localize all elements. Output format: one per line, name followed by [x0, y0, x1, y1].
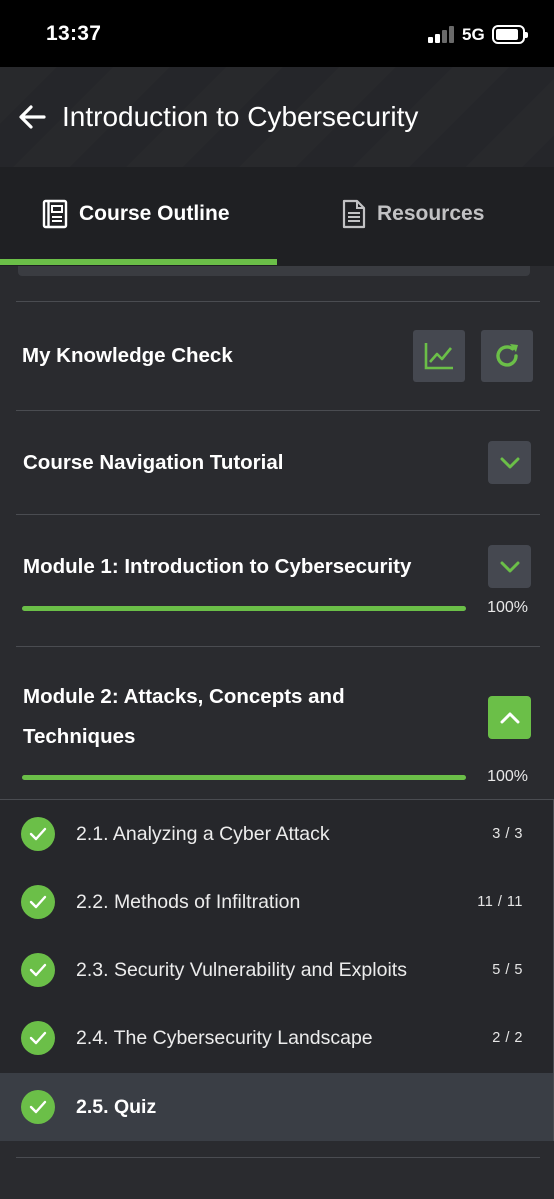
section-title-module-1: Module 1: Introduction to Cybersecurity — [23, 555, 412, 578]
collapse-module-2-button[interactable] — [488, 696, 531, 739]
battery-icon — [492, 25, 528, 44]
app-header: Introduction to Cybersecurity — [0, 67, 554, 167]
divider — [16, 301, 540, 302]
tab-bar: Course Outline Resources — [0, 167, 554, 266]
lesson-item[interactable]: 2.2. Methods of Infiltration 11 / 11 — [0, 868, 553, 936]
page-title: Introduction to Cybersecurity — [62, 101, 419, 132]
lesson-list: 2.1. Analyzing a Cyber Attack 3 / 3 2.2.… — [0, 799, 554, 1141]
signal-icon — [428, 26, 454, 43]
chevron-up-icon — [500, 712, 519, 723]
divider — [16, 646, 540, 647]
lesson-title: 2.1. Analyzing a Cyber Attack — [76, 822, 330, 845]
tab-course-outline[interactable]: Course Outline — [42, 167, 230, 260]
chevron-down-icon — [500, 561, 519, 572]
module-2-progress-bar — [22, 775, 466, 780]
expand-module-1-button[interactable] — [488, 545, 531, 588]
divider — [16, 514, 540, 515]
progress-fill — [22, 606, 466, 611]
section-title-tutorial: Course Navigation Tutorial — [23, 451, 284, 474]
lesson-title: 2.5. Quiz — [76, 1095, 157, 1118]
check-circle-icon — [21, 885, 55, 919]
network-label: 5G — [462, 25, 485, 44]
book-icon — [42, 199, 68, 228]
tab-label: Course Outline — [79, 201, 230, 225]
document-icon — [342, 199, 366, 228]
refresh-icon — [496, 344, 518, 367]
divider — [16, 410, 540, 411]
lesson-count: 5 / 5 — [492, 962, 523, 978]
lesson-count: 2 / 2 — [492, 1030, 523, 1046]
lesson-count: 11 / 11 — [477, 894, 523, 910]
tab-resources[interactable]: Resources — [342, 167, 484, 260]
module-2-progress-label: 100% — [487, 768, 528, 785]
section-title-module-2-line2: Techniques — [23, 725, 136, 748]
divider — [16, 1157, 540, 1158]
lesson-title: 2.4. The Cybersecurity Landscape — [76, 1026, 373, 1049]
chart-trend-icon — [424, 343, 453, 370]
lesson-count: 3 / 3 — [492, 826, 523, 842]
progress-fill — [22, 775, 466, 780]
check-circle-icon — [21, 1021, 55, 1055]
expand-tutorial-button[interactable] — [488, 441, 531, 484]
check-circle-icon — [21, 953, 55, 987]
knowledge-check-title: My Knowledge Check — [22, 344, 233, 367]
lesson-title: 2.3. Security Vulnerability and Exploits — [76, 958, 407, 981]
lesson-item[interactable]: 2.3. Security Vulnerability and Exploits… — [0, 936, 553, 1004]
tab-label: Resources — [377, 201, 485, 225]
status-bar: 13:37 5G — [0, 0, 554, 67]
check-circle-icon — [21, 817, 55, 851]
chevron-down-icon — [500, 457, 519, 468]
status-time: 13:37 — [46, 22, 102, 45]
back-arrow-icon[interactable] — [18, 104, 46, 130]
refresh-button[interactable] — [481, 330, 533, 382]
lesson-item[interactable]: 2.1. Analyzing a Cyber Attack 3 / 3 — [0, 800, 553, 868]
module-1-progress-bar — [22, 606, 466, 611]
progress-chart-button[interactable] — [413, 330, 465, 382]
check-circle-icon — [21, 1090, 55, 1124]
lesson-item-current[interactable]: 2.5. Quiz — [0, 1073, 553, 1141]
lesson-title: 2.2. Methods of Infiltration — [76, 890, 301, 913]
lesson-item[interactable]: 2.4. The Cybersecurity Landscape 2 / 2 — [0, 1004, 553, 1072]
section-title-module-2-line1: Module 2: Attacks, Concepts and — [23, 685, 345, 708]
scrolled-card-edge — [18, 266, 530, 276]
module-1-progress-label: 100% — [487, 599, 528, 616]
active-tab-indicator — [0, 259, 277, 265]
